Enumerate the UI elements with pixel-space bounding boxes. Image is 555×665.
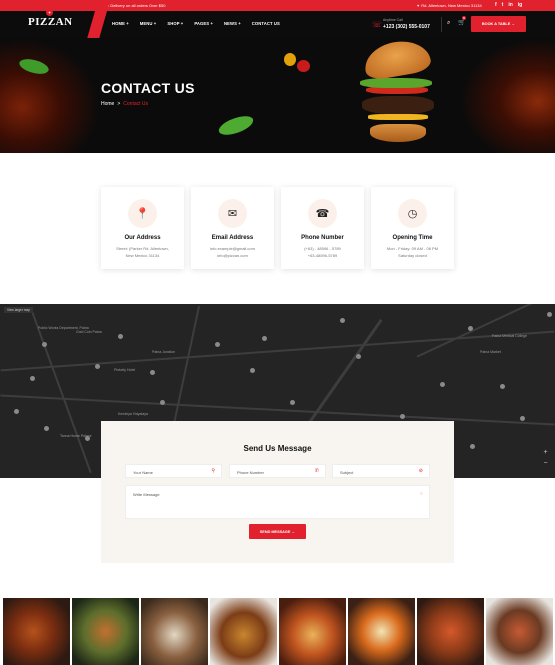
tag-icon: ⊘	[418, 468, 423, 474]
linkedin-icon[interactable]: in	[508, 2, 512, 8]
card-title: Opening Time	[392, 235, 433, 241]
card-line: Mon - Friday: 09 AM - 06 PM	[386, 246, 439, 251]
nav-home[interactable]: HOME +	[112, 21, 129, 26]
map-label: Patna Market	[480, 350, 501, 354]
gallery-image-skewers[interactable]	[486, 598, 553, 665]
instagram-icon[interactable]: ig	[518, 2, 522, 8]
card-title: Phone Number	[301, 235, 344, 241]
form-title: Send Us Message	[243, 444, 312, 453]
breadcrumb-current: Contact Us	[123, 101, 148, 107]
main-header: ✦ PIZZAN HOME + MENU + SHOP + PAGES + NE…	[0, 9, 555, 38]
breadcrumb-home[interactable]: Home	[101, 101, 114, 107]
header-divider	[441, 17, 442, 32]
gallery-image-burger[interactable]	[210, 598, 277, 665]
user-icon: ⚲	[211, 468, 215, 474]
map-label: Patna Junction	[152, 350, 176, 354]
card-line[interactable]: +63-48596-5789	[281, 253, 364, 258]
page: Free Delivery on all orders Over $50 ⌖ R…	[0, 0, 555, 665]
clock-icon: ◷	[398, 199, 427, 228]
top-address-text: Rd. Allentown, New Mexico 31134	[421, 3, 482, 8]
promo-text: Free Delivery on all orders Over $50	[101, 3, 166, 8]
zoom-in-button[interactable]: +	[541, 447, 550, 458]
basil-leaf-decoration	[216, 113, 256, 138]
contact-info-cards: 📍 Our Address Street: (Parker Rd. Allent…	[101, 187, 454, 269]
card-line: New Mexico 31134	[125, 253, 160, 258]
gallery-image-pasta[interactable]	[417, 598, 484, 665]
main-nav: HOME + MENU + SHOP + PAGES + NEWS + CONT…	[112, 21, 280, 26]
book-table-button[interactable]: BOOK A TABLE →	[471, 16, 526, 32]
breadcrumb: Home > Contact Us	[101, 101, 148, 107]
name-placeholder: Your Name	[133, 470, 153, 475]
card-line[interactable]: (+63) - 48596 - 5789	[281, 246, 364, 251]
social-links: f t in ig	[495, 2, 522, 8]
gallery-image-chicken-plate[interactable]	[72, 598, 139, 665]
gallery-image-pizza[interactable]	[279, 598, 346, 665]
hero-banner: CONTACT US Home > Contact Us	[0, 38, 555, 153]
map-label: Kendriya Vidyalaya	[118, 412, 148, 416]
search-icon[interactable]: ⌕	[447, 20, 450, 27]
message-field[interactable]: Write Message ◌	[125, 485, 430, 519]
subject-field[interactable]: Subject ⊘	[332, 464, 430, 478]
email-icon: ✉	[218, 199, 247, 228]
cart-count: 0	[462, 16, 466, 20]
cart-icon[interactable]: 🛒 0	[458, 16, 466, 26]
phone-placeholder: Phone Number	[237, 470, 264, 475]
chat-icon: ◌	[420, 491, 423, 497]
gallery-image-grilled-meat[interactable]	[141, 598, 208, 665]
pepper-decoration	[297, 60, 310, 72]
card-hours: ◷ Opening Time Mon - Friday: 09 AM - 06 …	[371, 187, 454, 269]
top-address: ⌖ Rd. Allentown, New Mexico 31134	[417, 3, 482, 8]
card-line: Street: (Parker Rd. Allentown,	[116, 246, 169, 251]
phone-field[interactable]: Phone Number ✆	[229, 464, 326, 478]
map-zoom-controls[interactable]: + −	[541, 447, 550, 471]
message-placeholder: Write Message	[133, 492, 160, 497]
nav-contact[interactable]: CONTACT US	[252, 21, 280, 26]
food-gallery	[3, 598, 553, 665]
zoom-out-button[interactable]: −	[541, 458, 550, 469]
nav-news[interactable]: NEWS +	[224, 21, 241, 26]
nav-shop[interactable]: SHOP +	[167, 21, 183, 26]
send-message-button[interactable]: SEND MESSAGE →	[249, 524, 306, 539]
phone-icon: ☎	[308, 199, 337, 228]
card-line: Saturday closed	[398, 253, 427, 258]
facebook-icon[interactable]: f	[495, 2, 497, 8]
phone-label: Anytime Call	[383, 18, 403, 22]
twitter-icon[interactable]: t	[502, 2, 504, 8]
logo[interactable]: PIZZAN	[28, 16, 73, 28]
breadcrumb-separator: >	[117, 101, 121, 107]
card-phone: ☎ Phone Number (+63) - 48596 - 5789 +63-…	[281, 187, 364, 269]
card-email: ✉ Email Address info.example@gmail.com i…	[191, 187, 274, 269]
subject-placeholder: Subject	[340, 470, 354, 475]
gallery-image-egg-dish[interactable]	[348, 598, 415, 665]
gallery-image-roast-chicken[interactable]	[3, 598, 70, 665]
map-label: Pinkcity Hotel	[114, 368, 136, 372]
top-bar: Free Delivery on all orders Over $50 ⌖ R…	[0, 0, 555, 11]
logo-badge-icon: ✦	[46, 9, 53, 16]
view-larger-map-link[interactable]: View larger map	[4, 307, 33, 313]
pepper-decoration	[284, 53, 296, 66]
card-line[interactable]: info.example@gmail.com	[191, 246, 274, 251]
flame-decoration-left	[0, 38, 100, 153]
map-pin-icon: 📍	[128, 199, 157, 228]
flame-decoration-right	[460, 38, 555, 153]
phone-icon: ✆	[314, 468, 319, 474]
page-title: CONTACT US	[101, 80, 195, 96]
phone-number[interactable]: +123 (302) 555-0107	[383, 24, 430, 30]
nav-menu[interactable]: MENU +	[140, 21, 157, 26]
map-label: Gold Coin Patna	[76, 330, 102, 334]
nav-pages[interactable]: PAGES +	[194, 21, 213, 26]
map-label: Patna Medical College	[492, 334, 528, 338]
name-field[interactable]: Your Name ⚲	[125, 464, 222, 478]
contact-form: Send Us Message Your Name ⚲ Phone Number…	[101, 421, 454, 563]
card-line[interactable]: info@pizzan.com	[191, 253, 274, 258]
burger-image	[358, 38, 438, 150]
card-title: Email Address	[211, 235, 254, 241]
phone-call-icon: ☏	[372, 20, 383, 29]
card-address: 📍 Our Address Street: (Parker Rd. Allent…	[101, 187, 184, 269]
card-title: Our Address	[124, 235, 161, 241]
logo-area[interactable]: ✦ PIZZAN	[0, 9, 95, 38]
location-icon: ⌖	[417, 3, 420, 8]
map-label: Tanna Home Palace	[60, 434, 92, 438]
